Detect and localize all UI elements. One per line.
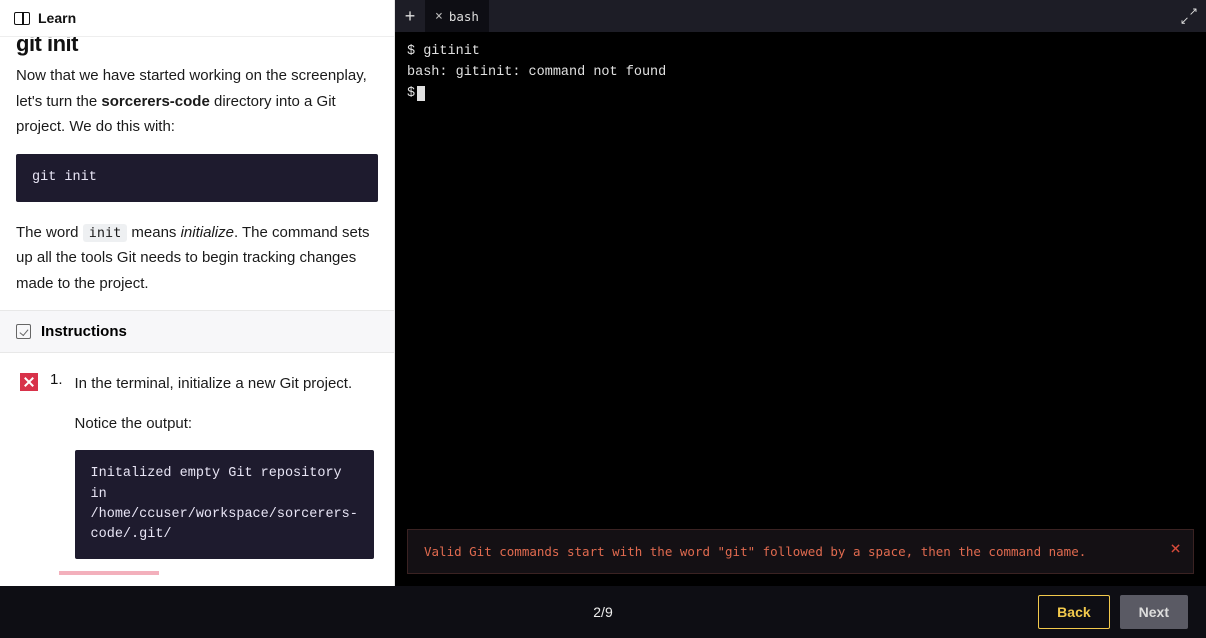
close-icon[interactable]: × [1170,540,1181,558]
p2b: means [127,224,180,241]
next-button[interactable]: Next [1120,595,1188,629]
learn-label: Learn [38,10,76,26]
instruction-text: In the terminal, initialize a new Git pr… [75,371,374,397]
scroll-progress [59,571,159,575]
check-icon [16,324,31,339]
book-icon [14,12,30,25]
instructions-label: Instructions [41,323,127,340]
cursor [417,86,425,101]
learn-header: Learn [0,0,394,37]
terminal[interactable]: $ gitinit bash: gitinit: command not fou… [395,32,1206,586]
page-indicator: 2/9 [593,604,612,620]
p2i: initialize [181,224,234,241]
tab-label: bash [449,9,479,24]
inline-code-init: init [83,224,128,242]
expand-icon [1182,9,1196,23]
instruction-notice: Notice the output: [75,411,374,437]
error-banner: Valid Git commands start with the word "… [407,529,1194,574]
terminal-prompt: $ [407,84,1194,105]
p2a: The word [16,224,83,241]
error-text: Valid Git commands start with the word "… [424,542,1086,561]
terminal-line: bash: gitinit: command not found [407,63,1194,84]
intro-bold: sorcerers-code [101,93,209,110]
instructions-header: Instructions [0,310,394,353]
terminal-tab[interactable]: × bash [425,0,489,32]
lesson-para2: The word init means initialize. The comm… [16,220,378,297]
close-tab-icon[interactable]: × [435,9,443,24]
status-fail-icon [20,373,38,391]
expand-button[interactable] [1172,9,1206,23]
terminal-line: $ gitinit [407,42,1194,63]
lesson-intro: Now that we have started working on the … [16,63,378,140]
prompt-symbol: $ [407,86,415,101]
terminal-panel: + × bash $ gitinit bash: gitinit: comman… [395,0,1206,586]
code-block-command: git init [16,154,378,202]
instruction-number: 1. [50,371,63,586]
add-tab-button[interactable]: + [395,6,425,27]
terminal-tabbar: + × bash [395,0,1206,32]
instruction-item: 1. In the terminal, initialize a new Git… [16,371,378,586]
lesson-body[interactable]: git init Now that we have started workin… [0,37,394,586]
lesson-title: git init [16,37,378,57]
lesson-panel: Learn git init Now that we have started … [0,0,395,586]
footer: 2/9 Back Next [0,586,1206,638]
back-button[interactable]: Back [1038,595,1109,629]
code-block-output: Initalized empty Git repository in /home… [75,450,374,559]
